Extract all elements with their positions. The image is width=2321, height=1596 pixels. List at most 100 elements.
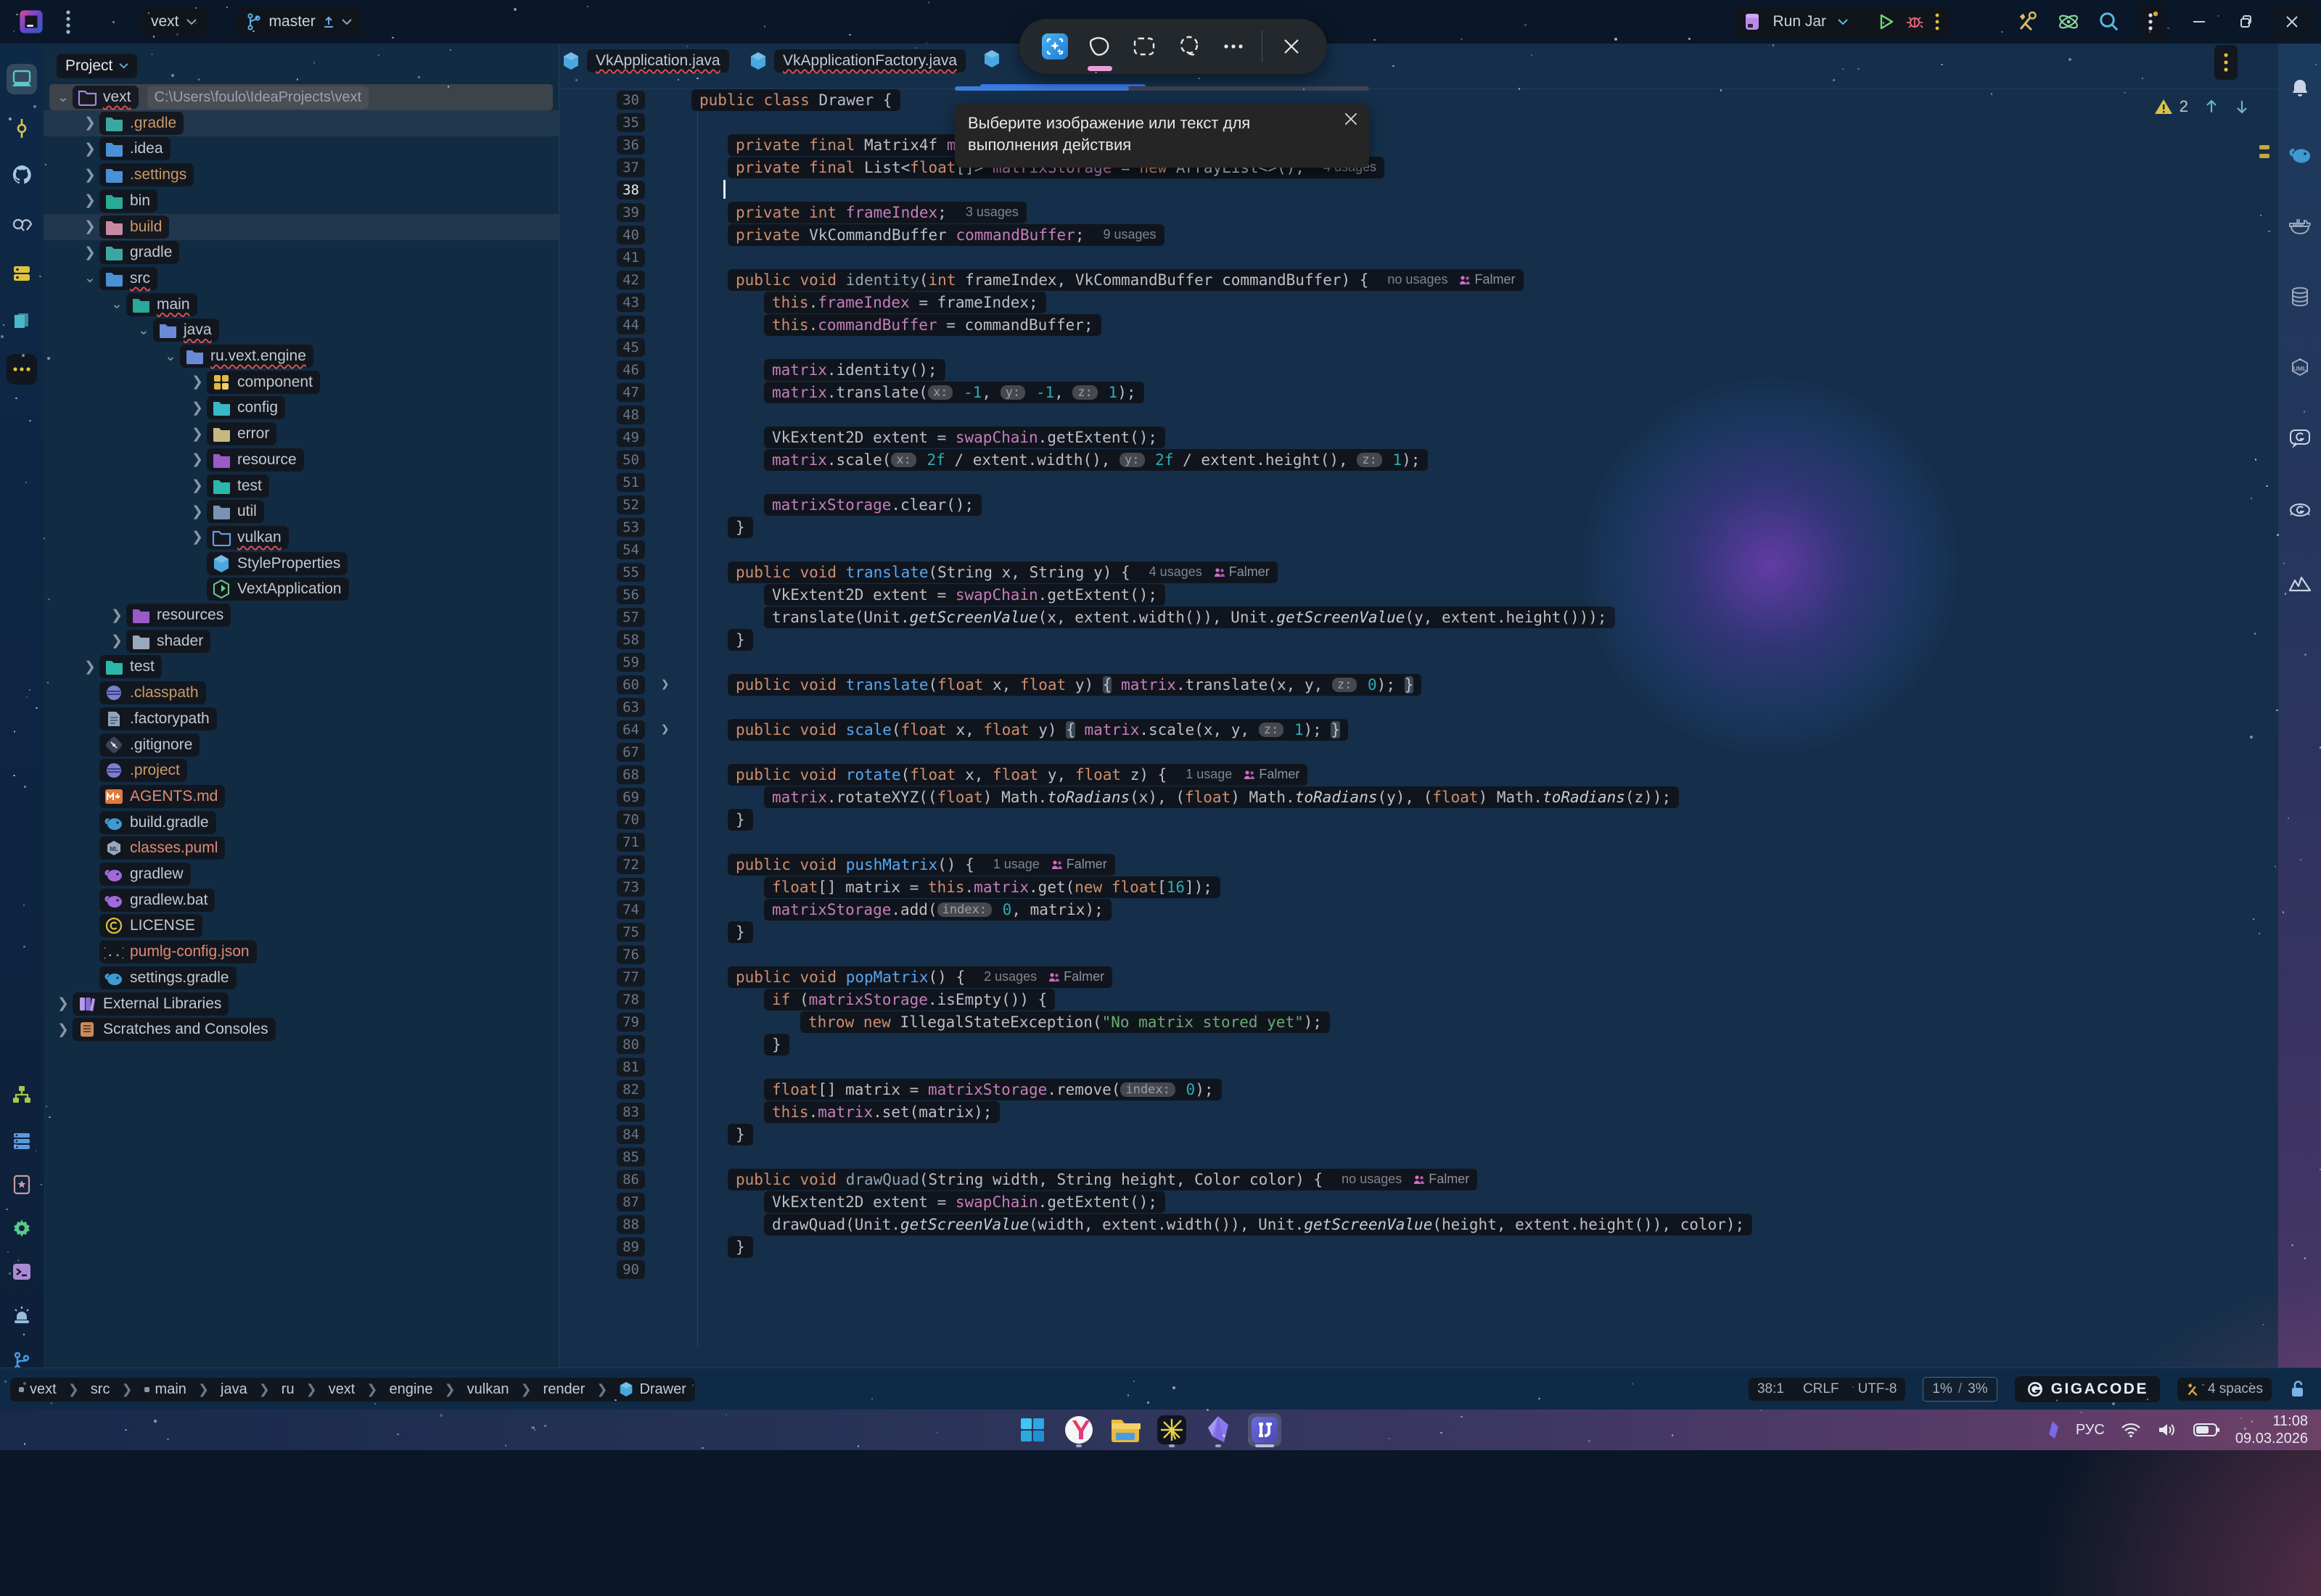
tree-item-pumlg-config-json[interactable]: {..}pumlg-config.json xyxy=(81,939,257,965)
chevron-expanded-icon[interactable]: ⌄ xyxy=(134,322,153,339)
commit-tool-icon[interactable] xyxy=(7,113,37,144)
run-button[interactable] xyxy=(1878,13,1894,30)
tree-item-java[interactable]: ⌄java xyxy=(134,317,219,343)
tree-item-styleproperties[interactable]: StyleProperties xyxy=(188,551,348,577)
language-indicator[interactable]: РУС xyxy=(2076,1422,2105,1439)
tree-item-license[interactable]: LICENSE xyxy=(81,913,202,939)
gigacode-widget[interactable]: GIGACODE xyxy=(2015,1376,2160,1402)
breadcrumb-item-render[interactable]: render xyxy=(543,1381,586,1398)
code-editor[interactable]: 30public class Drawer {3536private final… xyxy=(559,89,2278,1367)
tooltip-close-icon[interactable] xyxy=(1343,111,1359,127)
tree-item-vextapplication[interactable]: VextApplication xyxy=(188,576,349,602)
git-branch-widget[interactable]: master xyxy=(236,7,362,36)
chevron-expanded-icon[interactable]: ⌄ xyxy=(161,348,180,365)
tree-item-agents-md[interactable]: AGENTS.md xyxy=(81,783,225,810)
documentation-tool-icon[interactable] xyxy=(7,306,37,337)
author-hint[interactable]: Falmer xyxy=(1051,857,1107,872)
tree-item--gradle[interactable]: ❯.gradle xyxy=(81,110,184,136)
indent-widget[interactable]: 4 spaces xyxy=(2177,1378,2272,1401)
tray-crystal-icon[interactable] xyxy=(2045,1420,2060,1439)
chevron-collapsed-icon[interactable]: ❯ xyxy=(81,659,99,675)
chevron-collapsed-icon[interactable]: ❯ xyxy=(81,141,99,157)
chevron-collapsed-icon[interactable]: ❯ xyxy=(81,192,99,209)
tree-item-gradlew[interactable]: gradlew xyxy=(81,861,191,887)
terminal-tool-icon[interactable] xyxy=(7,1256,37,1287)
tree-item-util[interactable]: ❯util xyxy=(188,498,264,525)
author-hint[interactable]: Falmer xyxy=(1459,272,1515,287)
usages-hint[interactable]: 1 usage xyxy=(1186,767,1232,782)
breadcrumb-item-java[interactable]: java xyxy=(221,1381,247,1398)
tree-item--gitignore[interactable]: .gitignore xyxy=(81,732,200,758)
line-ending[interactable]: CRLF xyxy=(1803,1381,1839,1397)
docker-tool-icon[interactable] xyxy=(2285,210,2315,241)
clock[interactable]: 11:08 09.03.2026 xyxy=(2235,1412,2308,1447)
notifications-bell-icon[interactable] xyxy=(2285,73,2315,103)
chevron-collapsed-icon[interactable]: ❯ xyxy=(81,167,99,184)
tools-icon[interactable] xyxy=(2008,3,2048,41)
chevron-collapsed-icon[interactable]: ❯ xyxy=(54,1021,73,1038)
tree-item--settings[interactable]: ❯.settings xyxy=(81,162,194,188)
chevron-expanded-icon[interactable]: ⌄ xyxy=(81,270,99,287)
project-panel-header[interactable]: Project xyxy=(57,54,137,78)
breadcrumb-item-main[interactable]: main xyxy=(144,1381,186,1398)
database-yellow-tool-icon[interactable] xyxy=(7,258,37,289)
snip-close-icon[interactable] xyxy=(1275,30,1307,62)
breadcrumb-item-ru[interactable]: ru xyxy=(282,1381,295,1398)
tree-item-gradle[interactable]: ❯gradle xyxy=(81,239,179,266)
chevron-collapsed-icon[interactable]: ❯ xyxy=(81,244,99,261)
tab-options-kebab-icon[interactable] xyxy=(2214,45,2238,80)
yandex-browser-icon[interactable] xyxy=(1062,1413,1096,1447)
chevron-expanded-icon[interactable]: ⌄ xyxy=(107,296,126,313)
build-gear-tool-icon[interactable] xyxy=(7,1213,37,1243)
breadcrumb-item-vext[interactable]: vext xyxy=(19,1381,57,1398)
file-explorer-icon[interactable] xyxy=(1109,1413,1142,1447)
breadcrumb-item-engine[interactable]: engine xyxy=(389,1381,432,1398)
tree-item-build-gradle[interactable]: build.gradle xyxy=(81,810,216,836)
usages-hint[interactable]: 9 usages xyxy=(1103,227,1156,242)
run-config-selector[interactable]: Run Jar xyxy=(1772,13,1826,30)
usages-hint[interactable]: no usages xyxy=(1342,1172,1402,1187)
tree-item-vext[interactable]: ⌄vextC:\Users\foulo\IdeaProjects\vext xyxy=(54,84,369,110)
services-tool-icon[interactable] xyxy=(7,1126,37,1156)
breadcrumb-item-vulkan[interactable]: vulkan xyxy=(467,1381,509,1398)
tree-item-classes-puml[interactable]: MLclasses.puml xyxy=(81,835,225,861)
tree-item-external-libraries[interactable]: ❯External Libraries xyxy=(54,991,229,1017)
chevron-collapsed-icon[interactable]: ❯ xyxy=(188,400,207,416)
chevron-collapsed-icon[interactable]: ❯ xyxy=(107,633,126,649)
project-tool-icon[interactable] xyxy=(7,64,37,94)
gigacode-tool-icon[interactable] xyxy=(2285,495,2315,525)
tree-item-ru-vext-engine[interactable]: ⌄ru.vext.engine xyxy=(161,343,313,369)
wifi-icon[interactable] xyxy=(2121,1422,2141,1438)
chevron-collapsed-icon[interactable]: ❯ xyxy=(188,477,207,494)
chevron-collapsed-icon[interactable]: ❯ xyxy=(81,115,99,131)
tree-item-test[interactable]: ❯test xyxy=(188,473,269,499)
tree-item-vulkan[interactable]: ❯vulkan xyxy=(188,525,289,551)
search-everywhere-icon[interactable] xyxy=(2089,3,2129,41)
chevron-expanded-icon[interactable]: ⌄ xyxy=(54,89,73,106)
chevron-collapsed-icon[interactable]: ❯ xyxy=(188,426,207,443)
lock-icon[interactable] xyxy=(2289,1380,2306,1399)
more-options-icon[interactable] xyxy=(1217,30,1249,62)
main-menu-kebab-icon[interactable] xyxy=(65,9,71,35)
mountains-tool-icon[interactable] xyxy=(2285,569,2315,599)
tree-item-config[interactable]: ❯config xyxy=(188,395,285,421)
lasso-select-icon[interactable] xyxy=(1173,30,1205,62)
chevron-collapsed-icon[interactable]: ❯ xyxy=(188,529,207,546)
tree-item-src[interactable]: ⌄src xyxy=(81,266,157,292)
run-more-kebab-icon[interactable] xyxy=(1935,12,1939,31)
zoom-widget[interactable]: 1% / 3% xyxy=(1923,1377,1997,1402)
editor-tab-vkapplication-java[interactable]: VkApplication.java xyxy=(562,49,729,73)
bookmarks-tool-icon[interactable] xyxy=(7,1169,37,1200)
usages-hint[interactable]: 2 usages xyxy=(984,969,1037,984)
tree-item-resource[interactable]: ❯resource xyxy=(188,447,304,473)
tree-item--project[interactable]: .project xyxy=(81,757,187,783)
chevron-collapsed-icon[interactable]: ❯ xyxy=(188,451,207,468)
more-tools-icon[interactable] xyxy=(7,354,37,384)
author-hint[interactable]: Falmer xyxy=(1244,767,1299,782)
close-button[interactable] xyxy=(2269,3,2315,41)
author-hint[interactable]: Falmer xyxy=(1214,564,1270,580)
chevron-collapsed-icon[interactable]: ❯ xyxy=(188,503,207,520)
database-tool-icon[interactable] xyxy=(2285,281,2315,312)
caret-position[interactable]: 38:1 xyxy=(1757,1381,1784,1397)
problems-tool-icon[interactable] xyxy=(7,1300,37,1330)
